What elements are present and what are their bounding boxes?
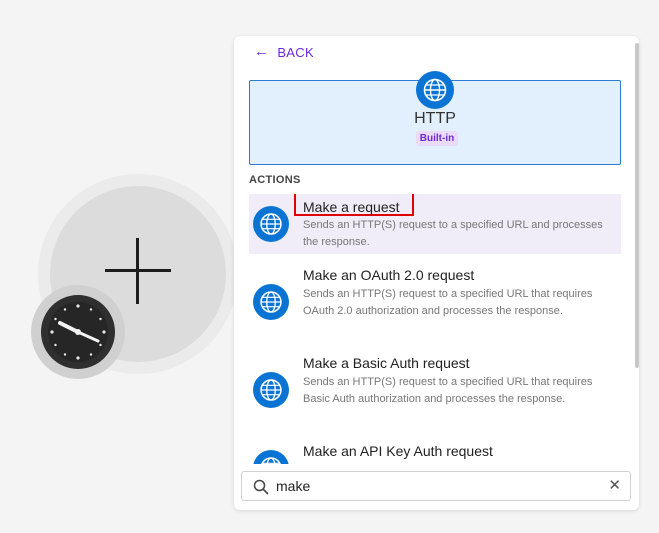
built-in-badge: Built-in	[416, 131, 458, 146]
search-input[interactable]	[276, 476, 596, 496]
app-card-http: HTTP Built-in	[249, 71, 621, 165]
search-icon	[253, 479, 269, 495]
clock-icon[interactable]	[40, 294, 116, 370]
action-title: Make a Basic Auth request	[303, 355, 470, 371]
search-box: ✕	[241, 471, 631, 501]
plus-icon-bar	[105, 269, 171, 272]
globe-icon	[253, 284, 289, 320]
close-icon[interactable]: ✕	[608, 477, 621, 495]
action-description: Sends an HTTP(S) request to a specified …	[303, 376, 593, 405]
arrow-left-icon: ←	[254, 43, 270, 60]
action-item-make-request[interactable]: Make a request Sends an HTTP(S) request …	[249, 194, 621, 254]
action-item-api-key-request[interactable]: Make an API Key Auth request	[249, 438, 621, 464]
action-item-oauth-request[interactable]: Make an OAuth 2.0 request Sends an HTTP(…	[249, 262, 621, 342]
action-title: Make an API Key Auth request	[303, 443, 493, 459]
globe-icon	[253, 206, 289, 242]
back-label: BACK	[277, 44, 314, 60]
actions-list: Make a request Sends an HTTP(S) request …	[249, 194, 621, 464]
action-description: Sends an HTTP(S) request to a specified …	[303, 288, 593, 317]
section-label-actions: ACTIONS	[249, 174, 301, 186]
action-title: Make an OAuth 2.0 request	[303, 267, 475, 283]
action-item-basic-auth-request[interactable]: Make a Basic Auth request Sends an HTTP(…	[249, 350, 621, 430]
action-title: Make a request	[303, 199, 400, 215]
globe-icon	[253, 450, 289, 464]
scrollbar[interactable]	[635, 43, 639, 368]
action-description: Sends an HTTP(S) request to a specified …	[303, 219, 603, 248]
module-picker-panel: ← BACK HTTP Built-in ACTIONS Make a requ…	[234, 36, 639, 510]
globe-icon	[416, 71, 454, 109]
app-name: HTTP	[414, 110, 456, 127]
back-button[interactable]: ← BACK	[254, 44, 314, 60]
globe-icon	[253, 372, 289, 408]
